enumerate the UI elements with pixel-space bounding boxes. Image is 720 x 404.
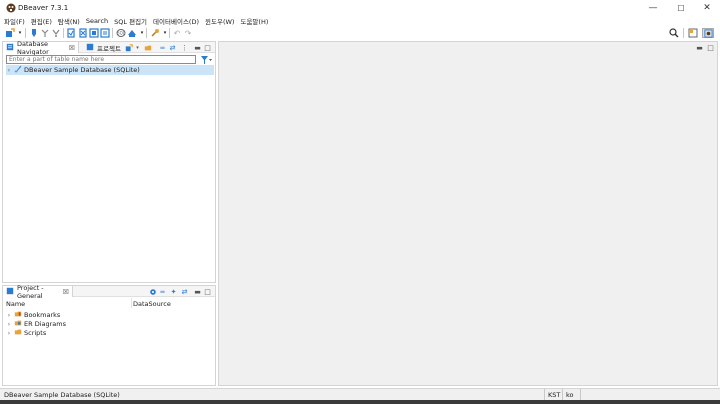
sqlite-icon xyxy=(14,65,22,75)
menu-database[interactable]: 데이터베이스(D) xyxy=(153,16,199,26)
tab-projects[interactable]: 프로젝트 xyxy=(83,42,124,53)
invalidate-icon[interactable] xyxy=(51,28,61,38)
tab-projects-label: 프로젝트 xyxy=(97,44,121,53)
filter-icon[interactable] xyxy=(200,55,214,64)
dbeaver-logo-icon xyxy=(6,3,16,13)
new-connection-icon[interactable] xyxy=(124,43,133,52)
project-header: Project - General ☒ ═ ✦ ⇄ ▬ □ xyxy=(3,283,215,300)
maximize-editor-icon[interactable]: □ xyxy=(706,43,715,52)
menu-help[interactable]: 도움말(H) xyxy=(240,16,268,26)
database-navigator-panel: Database Navigator ☒ 프로젝트 ▾ ═ ⇄ ⋮ ▬ □ › … xyxy=(2,39,216,283)
tree-item-label: Scripts xyxy=(24,329,47,337)
expand-chevron-icon[interactable]: › xyxy=(6,321,12,328)
transaction-mode-icon[interactable] xyxy=(89,28,99,38)
minimize-button[interactable]: — xyxy=(640,0,666,16)
tab-database-navigator-label: Database Navigator xyxy=(17,39,49,56)
maximize-view-icon[interactable]: □ xyxy=(203,287,212,296)
add-icon[interactable]: ✦ xyxy=(169,287,178,296)
tree-item-sample-database[interactable]: › DBeaver Sample Database (SQLite) xyxy=(6,65,214,75)
menu-search[interactable]: Search xyxy=(86,17,108,25)
menu-edit[interactable]: 편집(E) xyxy=(31,16,52,26)
minimize-view-icon[interactable]: ▬ xyxy=(193,43,202,52)
link-with-editor-icon[interactable]: ⇄ xyxy=(168,43,177,52)
table-filter-input[interactable] xyxy=(6,55,196,64)
close-tab-icon[interactable]: ☒ xyxy=(63,288,69,296)
forward-icon[interactable]: ↷ xyxy=(183,28,193,38)
tab-project-general-label: Project - General xyxy=(17,283,44,300)
toolbar-separator xyxy=(25,28,26,38)
toolbar-separator xyxy=(169,28,170,38)
sql-editor-icon[interactable]: SQL xyxy=(116,28,126,38)
new-folder-icon[interactable] xyxy=(143,43,152,52)
toolbar-separator xyxy=(683,28,684,38)
tree-item-label: DBeaver Sample Database (SQLite) xyxy=(24,66,140,74)
new-connection-icon[interactable] xyxy=(5,28,15,38)
dbeaver-perspective-icon[interactable] xyxy=(702,28,714,38)
link-with-editor-icon[interactable]: ⇄ xyxy=(180,287,189,296)
minimize-editor-icon[interactable]: ▬ xyxy=(695,43,704,52)
menu-bar: 파일(F) 편집(E) 탐색(N) Search SQL 편집기 데이터베이스(… xyxy=(0,15,720,26)
menu-file[interactable]: 파일(F) xyxy=(4,16,25,26)
expand-chevron-icon[interactable]: › xyxy=(6,312,12,319)
configure-icon[interactable] xyxy=(148,287,157,296)
title-bar: DBeaver 7.3.1 — ☐ ✕ xyxy=(0,0,720,16)
collapse-all-icon[interactable]: ═ xyxy=(158,287,167,296)
column-header-datasource[interactable]: DataSource xyxy=(133,300,171,308)
navigator-header: Database Navigator ☒ 프로젝트 ▾ ═ ⇄ ⋮ ▬ □ xyxy=(3,39,215,56)
expand-chevron-icon[interactable]: › xyxy=(6,330,12,337)
dropdown-arrow-icon[interactable]: ▾ xyxy=(15,28,25,38)
toolbar-separator xyxy=(112,28,113,38)
minimize-view-icon[interactable]: ▬ xyxy=(193,287,202,296)
tree-item-label: Bookmarks xyxy=(24,311,61,319)
disconnect-icon[interactable] xyxy=(40,28,50,38)
maximize-view-icon[interactable]: □ xyxy=(203,43,212,52)
tab-project-general[interactable]: Project - General ☒ xyxy=(3,283,73,300)
transaction-rollback-icon[interactable] xyxy=(78,28,88,38)
projects-icon xyxy=(86,43,94,53)
expand-chevron-icon[interactable]: › xyxy=(6,67,12,74)
back-icon[interactable]: ↶ xyxy=(172,28,182,38)
perspective-icon[interactable] xyxy=(688,28,698,38)
status-text: DBeaver Sample Database (SQLite) xyxy=(4,391,120,399)
status-bar: DBeaver Sample Database (SQLite) KST ko xyxy=(0,388,720,401)
column-divider[interactable] xyxy=(131,298,132,308)
dropdown-arrow-icon[interactable]: ▾ xyxy=(133,43,142,52)
tools-icon[interactable] xyxy=(150,28,160,38)
menu-navigate[interactable]: 탐색(N) xyxy=(58,16,80,26)
close-tab-icon[interactable]: ☒ xyxy=(69,44,75,52)
connect-icon[interactable] xyxy=(29,28,39,38)
navigator-icon xyxy=(6,43,14,53)
open-sql-icon[interactable] xyxy=(127,28,137,38)
window-title: DBeaver 7.3.1 xyxy=(18,4,69,12)
tab-database-navigator[interactable]: Database Navigator ☒ xyxy=(3,39,79,56)
toolbar-separator xyxy=(63,28,64,38)
search-icon[interactable] xyxy=(669,28,679,38)
taskbar-strip xyxy=(0,400,720,404)
maximize-button[interactable]: ☐ xyxy=(668,0,694,16)
editor-area[interactable]: ▬ □ xyxy=(218,41,718,386)
menu-sql-editor[interactable]: SQL 편집기 xyxy=(114,16,147,26)
svg-text:SQL: SQL xyxy=(117,31,126,36)
transaction-log-icon[interactable] xyxy=(100,28,110,38)
project-general-panel: Project - General ☒ ═ ✦ ⇄ ▬ □ Name DataS… xyxy=(2,283,216,386)
column-header-name[interactable]: Name xyxy=(6,300,25,308)
menu-window[interactable]: 윈도우(W) xyxy=(205,16,234,26)
main-toolbar: ▾ SQL ▾ ▾ ↶ ↷ xyxy=(0,26,720,40)
toolbar-separator xyxy=(146,28,147,38)
close-button[interactable]: ✕ xyxy=(694,0,720,16)
tree-item-scripts[interactable]: › Scripts xyxy=(6,328,46,338)
tree-item-label: ER Diagrams xyxy=(24,320,66,328)
collapse-all-icon[interactable]: ═ xyxy=(158,43,167,52)
project-icon xyxy=(6,287,14,297)
view-menu-icon[interactable]: ⋮ xyxy=(180,43,189,52)
scripts-folder-icon xyxy=(14,328,22,338)
transaction-commit-icon[interactable] xyxy=(66,28,76,38)
